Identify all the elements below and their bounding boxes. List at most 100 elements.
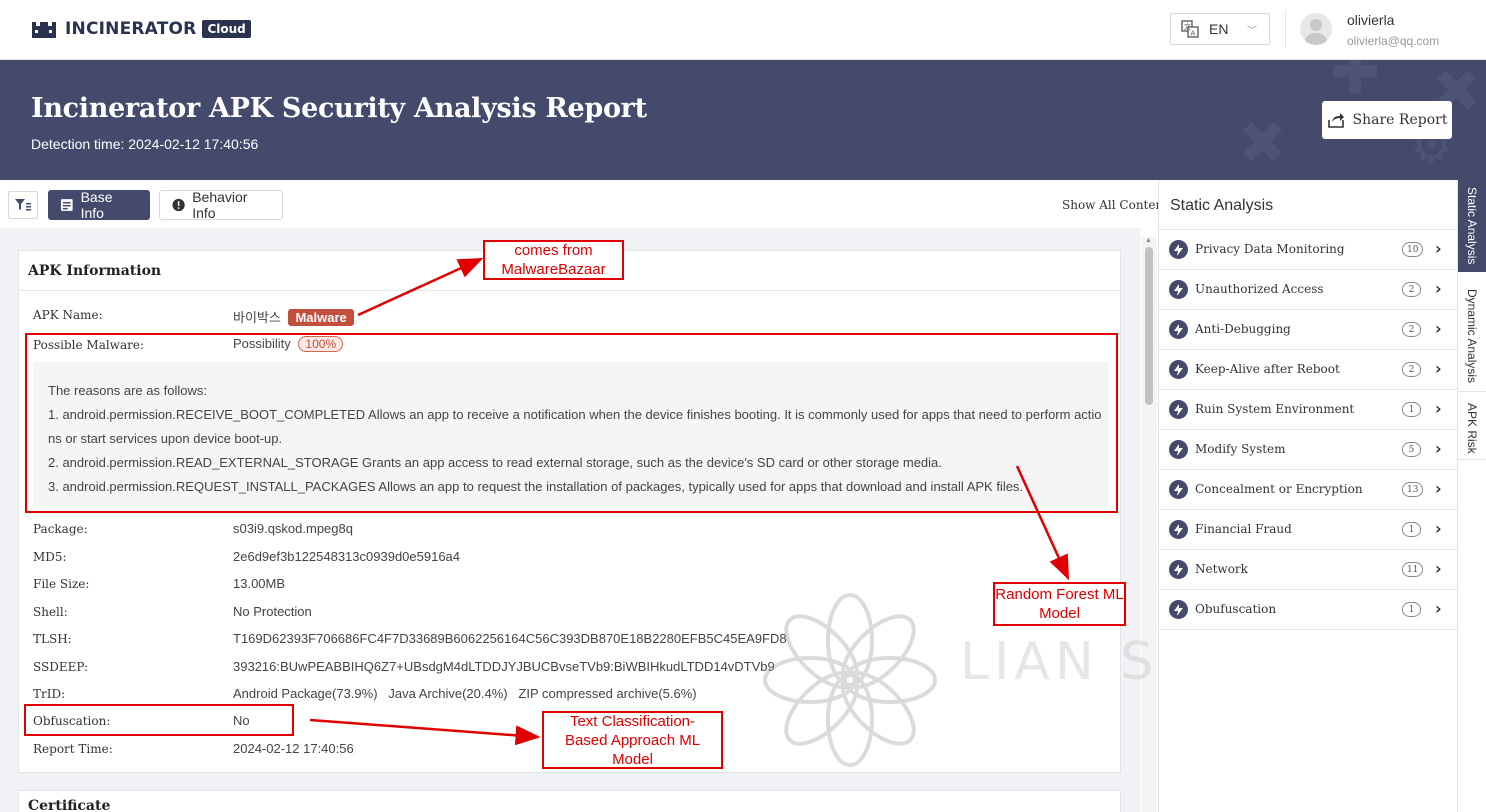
- apk-name-label: APK Name:: [33, 308, 103, 322]
- ssdeep-label: SSDEEP:: [33, 660, 89, 674]
- side-tabs: Static Analysis Dynamic Analysis APK Ris…: [1457, 180, 1486, 812]
- scrollbar-thumb[interactable]: [1145, 247, 1153, 405]
- section-title: APK Information: [28, 263, 162, 279]
- annotation-highlight-box: [25, 333, 1118, 513]
- filter-button[interactable]: [8, 191, 38, 219]
- avatar[interactable]: [1300, 13, 1332, 45]
- count-badge: 2: [1402, 362, 1421, 377]
- logo-text: INCINERATOR: [65, 19, 197, 39]
- count-badge: 10: [1402, 242, 1424, 257]
- scroll-up-icon[interactable]: ▲: [1145, 237, 1152, 244]
- static-analysis-item[interactable]: Financial Fraud 1 ›: [1159, 510, 1457, 550]
- user-email: olivierla@qq.com: [1347, 34, 1440, 48]
- static-analysis-item[interactable]: Unauthorized Access 2 ›: [1159, 270, 1457, 310]
- static-analysis-item[interactable]: Privacy Data Monitoring 10 ›: [1159, 230, 1457, 270]
- apk-name-value: 바이박스 Malware: [233, 307, 354, 326]
- static-analysis-item[interactable]: Network 11 ›: [1159, 550, 1457, 590]
- static-analysis-item[interactable]: Ruin System Environment 1 ›: [1159, 390, 1457, 430]
- shell-value: No Protection: [233, 604, 312, 619]
- lightning-icon: [1169, 360, 1188, 379]
- count-badge: 2: [1402, 282, 1421, 297]
- md5-label: MD5:: [33, 550, 67, 564]
- chevron-right-icon: ›: [1435, 359, 1442, 378]
- static-analysis-panel: Static Analysis Privacy Data Monitoring 1…: [1158, 180, 1457, 812]
- lightning-icon: [1169, 520, 1188, 539]
- count-badge: 5: [1402, 442, 1421, 457]
- shell-label: Shell:: [33, 605, 68, 619]
- chevron-down-icon: ﹀: [1247, 26, 1257, 37]
- share-icon: [1327, 113, 1344, 128]
- logo-icon: [30, 18, 58, 40]
- chevron-right-icon: ›: [1435, 559, 1442, 578]
- report-time-value: 2024-02-12 17:40:56: [233, 741, 354, 756]
- tab-base-info-label: Base Info: [80, 189, 113, 221]
- logo[interactable]: INCINERATOR Cloud: [30, 18, 251, 40]
- tab-dynamic-analysis[interactable]: Dynamic Analysis: [1458, 282, 1486, 392]
- user-name[interactable]: olivierla: [1347, 12, 1394, 28]
- filter-icon: [15, 199, 31, 211]
- chevron-right-icon: ›: [1435, 279, 1442, 298]
- file-size-label: File Size:: [33, 577, 90, 591]
- tab-static-analysis[interactable]: Static Analysis: [1458, 180, 1486, 272]
- static-analysis-item-label: Keep-Alive after Reboot: [1195, 362, 1340, 376]
- static-analysis-item-label: Concealment or Encryption: [1195, 482, 1363, 496]
- divider: [1285, 10, 1286, 48]
- static-analysis-item[interactable]: Anti-Debugging 2 ›: [1159, 310, 1457, 350]
- document-icon: [60, 199, 73, 211]
- show-all-content-link[interactable]: Show All Content: [1062, 198, 1168, 212]
- annotation-malwarebazaar: comes from MalwareBazaar: [483, 240, 624, 280]
- report-banner: ✚ ✚ ✚ ⚙ Incinerator APK Security Analysi…: [0, 60, 1486, 180]
- static-analysis-item[interactable]: Modify System 5 ›: [1159, 430, 1457, 470]
- package-label: Package:: [33, 522, 88, 536]
- tab-behavior-info[interactable]: Behavior Info: [159, 189, 283, 221]
- static-analysis-item-label: Obufuscation: [1195, 602, 1277, 616]
- count-badge: 1: [1402, 402, 1421, 417]
- lightning-icon: [1169, 440, 1188, 459]
- annotation-text-classification: Text Classification-Based Approach ML Mo…: [542, 711, 723, 769]
- chevron-right-icon: ›: [1435, 319, 1442, 338]
- chevron-right-icon: ›: [1435, 399, 1442, 418]
- lightning-icon: [1169, 600, 1188, 619]
- language-value: EN: [1209, 21, 1229, 37]
- ssdeep-value: 393216:BUwPEABBIHQ6Z7+UBsdgM4dLTDDJYJBUC…: [233, 659, 775, 674]
- lightning-icon: [1169, 240, 1188, 259]
- static-analysis-item[interactable]: Concealment or Encryption 13 ›: [1159, 470, 1457, 510]
- panel-title: Static Analysis: [1170, 197, 1274, 214]
- lightning-icon: [1169, 320, 1188, 339]
- annotation-highlight-box: [24, 704, 294, 736]
- language-select[interactable]: 文 A EN ﹀: [1170, 13, 1270, 45]
- tlsh-label: TLSH:: [33, 632, 72, 646]
- share-report-label: Share Report: [1352, 112, 1448, 128]
- static-analysis-item[interactable]: Keep-Alive after Reboot 2 ›: [1159, 350, 1457, 390]
- lightning-icon: [1169, 280, 1188, 299]
- divider: [19, 290, 1120, 291]
- scrollbar[interactable]: ▲: [1141, 237, 1157, 812]
- share-report-button[interactable]: Share Report: [1322, 101, 1452, 139]
- tab-apk-risk[interactable]: APK Risk: [1458, 398, 1486, 460]
- malware-badge: Malware: [288, 309, 354, 326]
- count-badge: 2: [1402, 322, 1421, 337]
- static-analysis-item-label: Anti-Debugging: [1195, 322, 1291, 336]
- page-title: Incinerator APK Security Analysis Report: [31, 93, 647, 124]
- detection-time: Detection time: 2024-02-12 17:40:56: [31, 136, 259, 152]
- tab-base-info[interactable]: Base Info: [48, 189, 150, 221]
- watermark-logo-icon: [763, 593, 937, 767]
- report-time-label: Report Time:: [33, 742, 113, 756]
- count-badge: 1: [1402, 522, 1421, 537]
- lightning-icon: [1169, 400, 1188, 419]
- trid-value: Android Package(73.9%) Java Archive(20.4…: [233, 686, 697, 701]
- chevron-right-icon: ›: [1435, 479, 1442, 498]
- chevron-right-icon: ›: [1435, 239, 1442, 258]
- info-icon: [172, 198, 185, 212]
- decoration: ✚: [1218, 100, 1304, 180]
- tlsh-value: T169D62393F706686FC4F7D33689B6062256164C…: [233, 631, 787, 646]
- lightning-icon: [1169, 480, 1188, 499]
- package-value: s03i9.qskod.mpeg8q: [233, 521, 353, 536]
- static-analysis-item[interactable]: Obufuscation 1 ›: [1159, 590, 1457, 630]
- static-analysis-item-label: Privacy Data Monitoring: [1195, 242, 1345, 256]
- top-bar: INCINERATOR Cloud 文 A EN ﹀ olivierla oli…: [0, 0, 1486, 60]
- file-size-value: 13.00MB: [233, 576, 286, 591]
- tab-behavior-info-label: Behavior Info: [192, 189, 248, 221]
- svg-text:A: A: [1191, 30, 1196, 38]
- chevron-right-icon: ›: [1435, 439, 1442, 458]
